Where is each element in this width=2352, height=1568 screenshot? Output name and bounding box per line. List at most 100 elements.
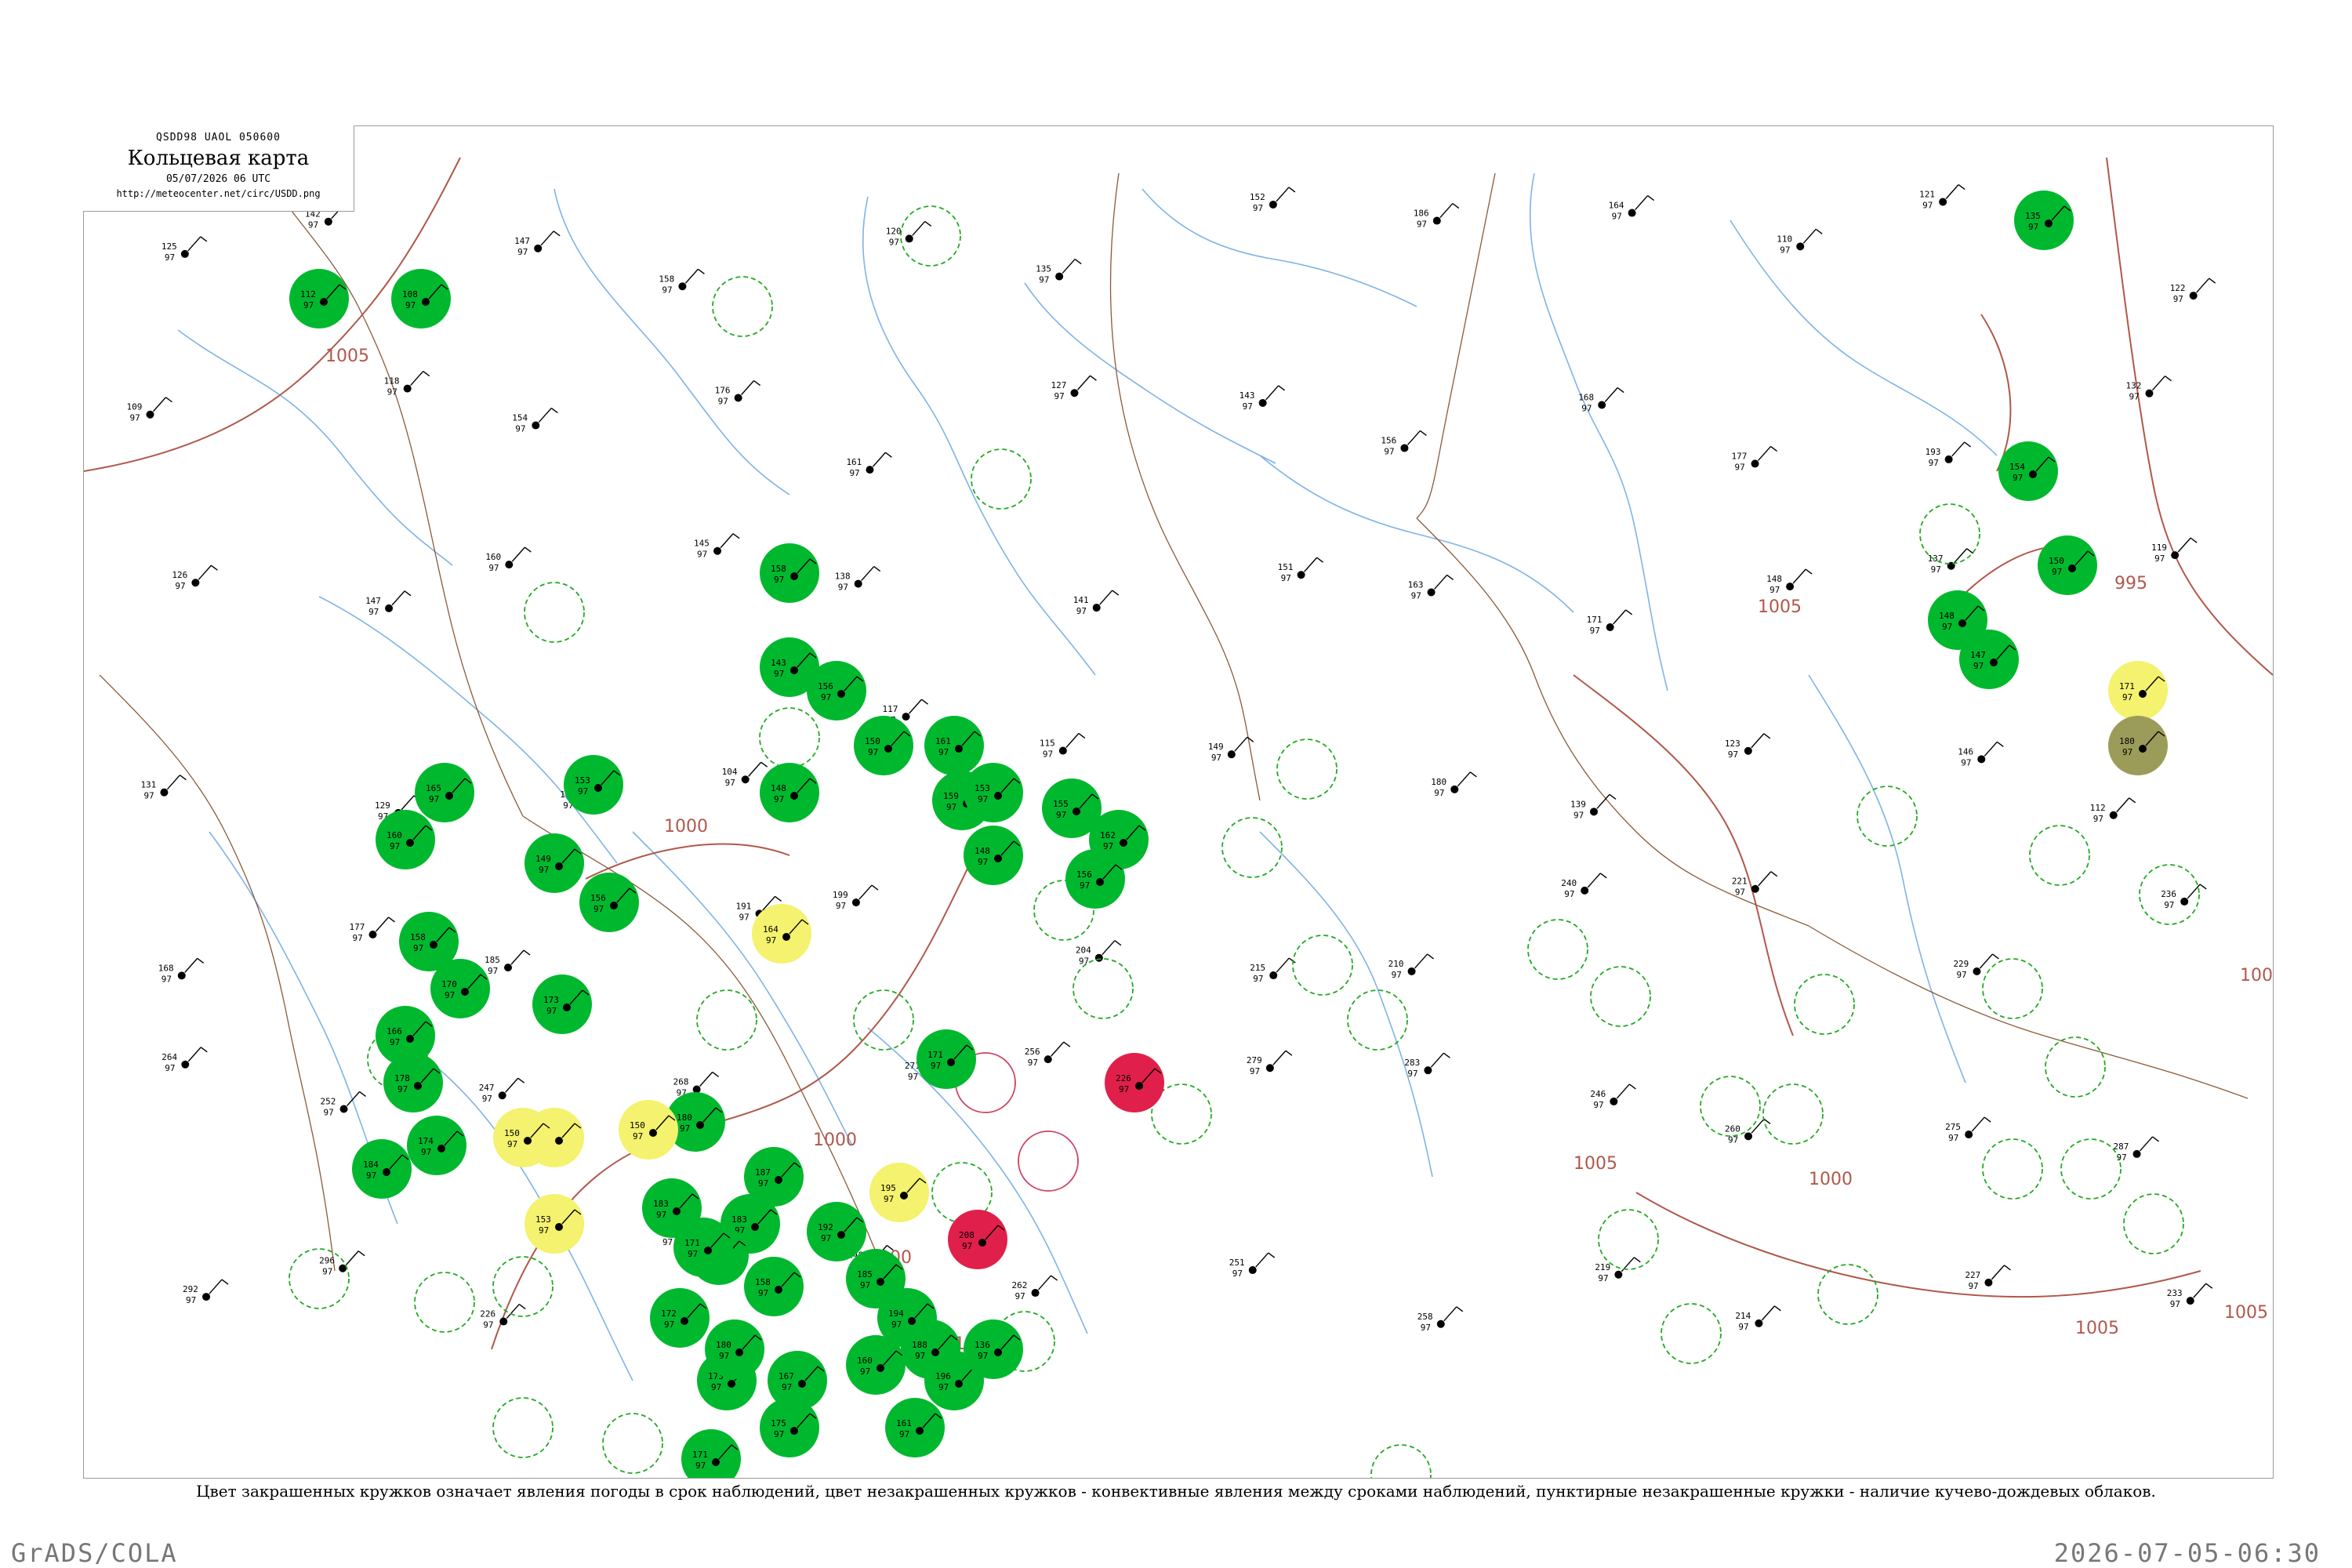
pressure-value: 192 [818, 1222, 833, 1232]
weather-station-thunder[interactable]: 22697 [1105, 1053, 1164, 1112]
weather-station-rain[interactable]: 15397 [964, 763, 1023, 822]
pressure-value: 227 [1965, 1270, 1980, 1280]
weather-station-rain[interactable]: 17197 [916, 1029, 976, 1089]
weather-station-rain[interactable]: 17397 [532, 975, 592, 1034]
wind-barb-icon [1051, 1041, 1065, 1057]
weather-station-rain[interactable]: 18097 [705, 1319, 764, 1379]
station-cloud-icon [994, 1348, 1002, 1356]
weather-station-rain[interactable]: 16097 [376, 810, 435, 869]
weather-station-rain[interactable]: 14997 [524, 833, 584, 893]
humidity-value: 97 [1735, 887, 1745, 898]
weather-station-rain[interactable]: 15097 [2038, 535, 2097, 595]
weather-station-rain[interactable]: 17897 [383, 1053, 443, 1112]
weather-station-shower_hail[interactable]: 18097 [2108, 716, 2168, 775]
weather-station-rain[interactable]: 18497 [352, 1139, 412, 1199]
weather-station-drizzle[interactable]: 16497 [752, 904, 811, 964]
station-cloud-icon [790, 1427, 798, 1435]
weather-station-rain[interactable]: 15897 [760, 543, 819, 603]
weather-station-rain[interactable]: 18397 [642, 1178, 702, 1238]
map-canvas: 1005100010001000100099510001005100510051… [84, 157, 2273, 1478]
wind-barb-icon [1971, 1116, 1985, 1132]
station-cloud-icon [461, 988, 469, 996]
weather-station-rain[interactable]: 11297 [289, 269, 349, 328]
pressure-value: 131 [140, 780, 156, 790]
weather-station-thunder[interactable]: 20897 [948, 1210, 1007, 1269]
weather-station-rain[interactable]: 15697 [1065, 849, 1125, 909]
weather-station-rain[interactable]: 16197 [924, 716, 984, 775]
humidity-value: 97 [1243, 401, 1253, 412]
pressure-value: 135 [2025, 211, 2041, 221]
plain-station: 19997 [833, 884, 879, 911]
humidity-value: 97 [978, 794, 988, 804]
weather-station-rain[interactable]: 17597 [760, 1398, 819, 1457]
humidity-value: 97 [2013, 473, 2023, 483]
humidity-value: 97 [1581, 404, 1592, 414]
humidity-value: 97 [1929, 458, 1939, 468]
wind-feather-icon [200, 1047, 208, 1053]
humidity-value: 97 [915, 1351, 925, 1361]
weather-station-rain[interactable]: 17197 [681, 1429, 741, 1478]
weather-station-rain[interactable]: 16097 [846, 1335, 906, 1395]
weather-station-rain[interactable]: 15697 [807, 661, 866, 720]
weather-station-rain[interactable]: 14897 [964, 826, 1023, 885]
weather-station-rain[interactable]: 10897 [391, 269, 451, 328]
weather-station-rain[interactable]: 17297 [650, 1288, 710, 1348]
wind-feather-icon [523, 949, 531, 956]
wind-barb-icon [538, 408, 552, 423]
humidity-value: 97 [899, 1429, 909, 1439]
weather-station-rain[interactable]: 17097 [430, 959, 490, 1018]
rain-area-icon [760, 763, 819, 822]
wind-barb-icon [1443, 1306, 1457, 1322]
humidity-value: 97 [782, 1382, 792, 1392]
wind-feather-icon [1074, 259, 1082, 265]
station-cloud-icon [2180, 897, 2189, 906]
plain-station: 29297 [183, 1279, 229, 1305]
weather-station-rain[interactable]: 17497 [407, 1116, 466, 1175]
weather-station-rain[interactable]: 15497 [1998, 441, 2058, 501]
station-cloud-icon [1058, 746, 1067, 755]
weather-station-rain[interactable]: 19297 [807, 1202, 866, 1261]
weather-station-drizzle[interactable]: 19597 [869, 1163, 929, 1222]
wind-barb-icon [187, 236, 201, 252]
pressure-value: 132 [2125, 381, 2141, 391]
humidity-value: 97 [1079, 956, 1089, 967]
river-11 [1808, 674, 1966, 1083]
weather-station-rain[interactable]: 14797 [1959, 630, 2019, 689]
station-cloud-icon [2186, 1297, 2194, 1305]
wind-feather-icon [1763, 733, 1771, 739]
weather-station-rain[interactable]: 16597 [415, 763, 474, 822]
plain-station: 16897 [1578, 387, 1624, 414]
wind-feather-icon [924, 220, 932, 227]
weather-station-drizzle[interactable]: 15097 [493, 1108, 553, 1167]
weather-station-drizzle[interactable]: 17197 [2108, 661, 2168, 720]
weather-station-rain[interactable]: 13697 [964, 1319, 1023, 1379]
weather-station-drizzle[interactable]: 15397 [524, 1194, 584, 1254]
humidity-value: 97 [849, 468, 859, 478]
plain-station: 10997 [126, 397, 172, 423]
map-source-url[interactable]: http://meteocenter.net/circ/USDD.png [83, 188, 354, 199]
humidity-value: 97 [1384, 446, 1394, 456]
humidity-value: 97 [515, 424, 525, 434]
wind-barb-icon [511, 546, 525, 562]
pressure-value: 158 [410, 932, 426, 942]
plain-station: 15497 [512, 407, 558, 434]
weather-station-rain[interactable]: 13597 [2014, 191, 2074, 250]
weather-station-drizzle[interactable]: 15097 [619, 1100, 678, 1160]
cb-ring-icon [712, 276, 773, 337]
humidity-value: 97 [1728, 750, 1738, 760]
weather-station-rain[interactable]: 15697 [579, 873, 639, 932]
humidity-value: 97 [1281, 573, 1291, 583]
weather-station-rain[interactable]: 15897 [744, 1257, 804, 1316]
weather-station-rain[interactable]: 15397 [564, 755, 623, 815]
wind-barb-icon [1265, 385, 1279, 401]
weather-station-rain[interactable]: 15097 [854, 716, 913, 775]
border-3 [1416, 517, 1809, 927]
weather-station-rain[interactable]: 14897 [760, 763, 819, 822]
cb-ring-icon [1221, 817, 1283, 878]
plain-station: 17797 [349, 916, 395, 943]
humidity-value: 97 [445, 990, 455, 1000]
station-cloud-icon [854, 579, 862, 588]
weather-station-rain[interactable]: 16197 [885, 1398, 945, 1457]
pressure-value: 194 [888, 1308, 904, 1319]
wind-barb-icon [152, 397, 167, 412]
